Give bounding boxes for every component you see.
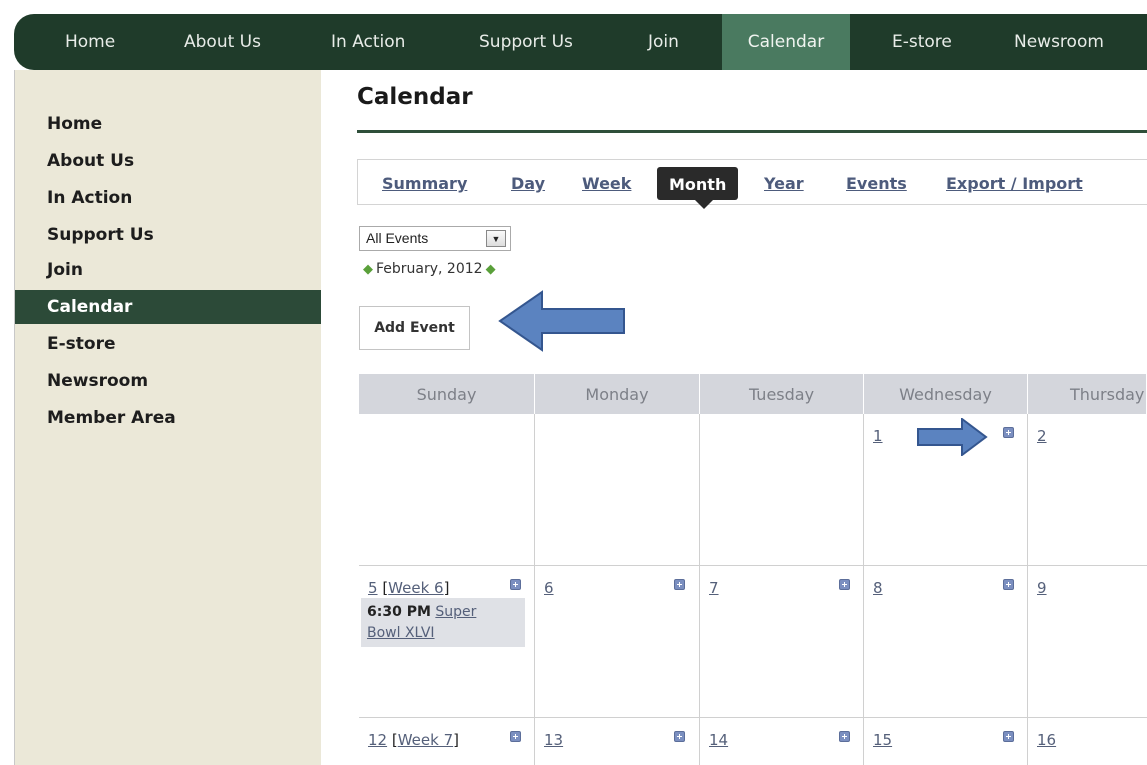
nav-newsroom[interactable]: Newsroom (1014, 14, 1104, 70)
add-event-plus-icon[interactable] (1003, 731, 1014, 742)
week-link[interactable]: Week 7 (398, 731, 453, 749)
nav-calendar[interactable]: Calendar (722, 14, 850, 70)
nav-home[interactable]: Home (65, 14, 115, 70)
add-event-plus-icon[interactable] (839, 731, 850, 742)
add-event-plus-icon[interactable] (510, 731, 521, 742)
tab-summary[interactable]: Summary (382, 174, 467, 193)
day-header-thursday: Thursday (1028, 374, 1147, 414)
calendar-cell[interactable]: 9 (1028, 566, 1147, 718)
day-number[interactable]: 7 (709, 579, 719, 597)
annotation-arrow-left-icon (498, 290, 625, 352)
tab-events[interactable]: Events (846, 174, 907, 193)
nav-in-action[interactable]: In Action (331, 14, 405, 70)
calendar-cell[interactable] (359, 414, 535, 566)
calendar-cell[interactable]: 12 [Week 7] (359, 718, 535, 765)
tab-day[interactable]: Day (511, 174, 545, 193)
tab-month[interactable]: Month (657, 167, 739, 209)
tab-export-import[interactable]: Export / Import (946, 174, 1083, 193)
calendar-cell[interactable]: 6 (535, 566, 700, 718)
day-number[interactable]: 14 (709, 731, 728, 749)
chevron-down-icon[interactable]: ▼ (486, 230, 506, 247)
day-number[interactable]: 13 (544, 731, 563, 749)
calendar-cell[interactable]: 15 (864, 718, 1028, 765)
day-number[interactable]: 1 (873, 427, 883, 445)
title-divider (357, 130, 1147, 133)
month-calendar-grid: Sunday Monday Tuesday Wednesday Thursday… (359, 374, 1147, 765)
calendar-cell[interactable]: 5 [Week 6] 6:30 PM Super Bowl XLVI (359, 566, 535, 718)
nav-about-us[interactable]: About Us (184, 14, 261, 70)
day-week-label: 5 [Week 6] (368, 579, 450, 597)
nav-e-store[interactable]: E-store (892, 14, 952, 70)
nav-support-us[interactable]: Support Us (479, 14, 573, 70)
top-navigation: Home About Us In Action Support Us Join … (14, 14, 1147, 70)
sidebar-item-in-action[interactable]: In Action (15, 181, 321, 215)
tab-week[interactable]: Week (582, 174, 631, 193)
add-event-plus-icon[interactable] (674, 579, 685, 590)
day-number[interactable]: 15 (873, 731, 892, 749)
sidebar-item-member-area[interactable]: Member Area (15, 401, 321, 435)
calendar-cell[interactable] (535, 414, 700, 566)
sidebar-item-e-store[interactable]: E-store (15, 327, 321, 361)
event-title-link[interactable]: Super (435, 604, 476, 620)
day-number[interactable]: 16 (1037, 731, 1056, 749)
calendar-cell[interactable]: 14 (700, 718, 864, 765)
event-filter-select[interactable]: All Events ▼ (359, 226, 511, 251)
add-event-plus-icon[interactable] (1003, 579, 1014, 590)
annotation-arrow-right-icon (917, 418, 988, 456)
calendar-cell[interactable]: 8 (864, 566, 1028, 718)
day-number[interactable]: 8 (873, 579, 883, 597)
nav-join[interactable]: Join (648, 14, 679, 70)
sidebar-item-about-us[interactable]: About Us (15, 144, 321, 178)
sidebar-item-newsroom[interactable]: Newsroom (15, 364, 321, 398)
day-header-wednesday: Wednesday (864, 374, 1028, 414)
calendar-view-tabs: Summary Day Week Month Year Events Expor… (357, 159, 1147, 209)
sidebar-item-calendar[interactable]: Calendar (15, 290, 321, 324)
day-header-monday: Monday (535, 374, 700, 414)
event-time: 6:30 PM (367, 604, 431, 620)
previous-month-icon[interactable]: ◆ (363, 262, 373, 277)
calendar-cell[interactable] (700, 414, 864, 566)
day-number[interactable]: 12 (368, 731, 387, 749)
current-month-label: February, 2012 (376, 261, 483, 277)
day-number[interactable]: 6 (544, 579, 554, 597)
sidebar: Home About Us In Action Support Us Join … (15, 70, 321, 765)
day-header-tuesday: Tuesday (700, 374, 864, 414)
event-entry[interactable]: 6:30 PM Super Bowl XLVI (361, 598, 525, 647)
day-week-label: 12 [Week 7] (368, 731, 459, 749)
event-filter-value: All Events (366, 230, 429, 246)
page-title: Calendar (357, 84, 473, 110)
event-title-link[interactable]: Bowl XLVI (367, 625, 435, 641)
day-number[interactable]: 9 (1037, 579, 1047, 597)
day-number[interactable]: 5 (368, 579, 378, 597)
tab-year[interactable]: Year (764, 174, 804, 193)
day-header-sunday: Sunday (359, 374, 535, 414)
week-link[interactable]: Week 6 (388, 579, 443, 597)
calendar-cell[interactable]: 16 (1028, 718, 1147, 765)
add-event-plus-icon[interactable] (839, 579, 850, 590)
month-navigator: ◆ February, 2012 ◆ (363, 261, 496, 277)
sidebar-item-join[interactable]: Join (15, 253, 321, 287)
sidebar-item-home[interactable]: Home (15, 107, 321, 141)
calendar-cell[interactable]: 13 (535, 718, 700, 765)
next-month-icon[interactable]: ◆ (486, 262, 496, 277)
day-number[interactable]: 2 (1037, 427, 1047, 445)
add-event-plus-icon[interactable] (674, 731, 685, 742)
add-event-plus-icon[interactable] (1003, 427, 1014, 438)
calendar-cell[interactable]: 2 (1028, 414, 1147, 566)
sidebar-item-support-us[interactable]: Support Us (15, 218, 321, 252)
add-event-plus-icon[interactable] (510, 579, 521, 590)
add-event-button[interactable]: Add Event (359, 306, 470, 350)
calendar-cell[interactable]: 7 (700, 566, 864, 718)
